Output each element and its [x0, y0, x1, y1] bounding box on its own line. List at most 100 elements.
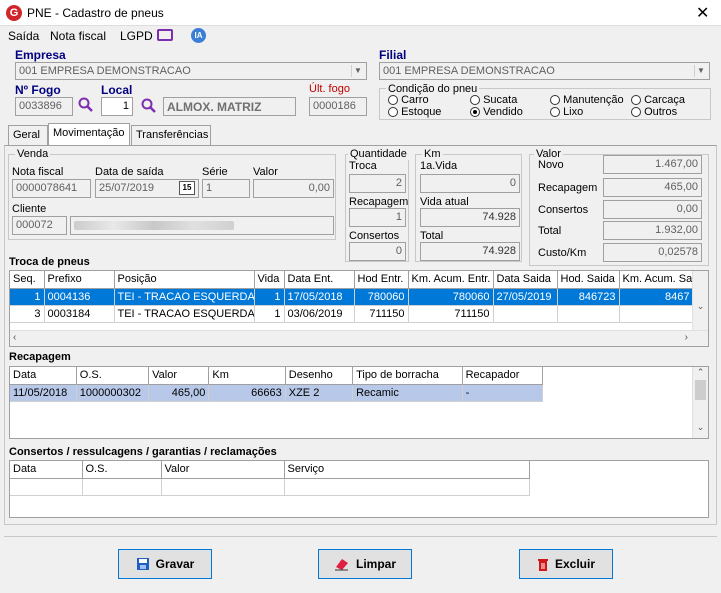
chevron-down-icon[interactable]: ⌄ — [693, 422, 708, 433]
cliente-code[interactable]: 000072 — [12, 216, 67, 235]
troca-vscroll[interactable]: ⌄ — [692, 271, 708, 332]
local-name: ALMOX. MATRIZ — [163, 97, 296, 116]
radio-estoque[interactable]: Estoque — [388, 106, 441, 118]
radio-label: Sucata — [483, 94, 518, 106]
column-header[interactable]: Valor — [161, 461, 285, 479]
radio-vendido[interactable]: Vendido — [470, 106, 523, 118]
chevron-right-icon[interactable]: › — [685, 332, 688, 343]
table-cell — [82, 478, 162, 496]
radio-outros[interactable]: Outros — [631, 106, 677, 118]
troca-grid[interactable]: Seq. Prefixo Posição Vida Data Ent. Hod Entr.… — [9, 270, 709, 347]
calendar-icon[interactable]: 15 — [179, 181, 195, 195]
column-header[interactable]: Vida — [254, 271, 285, 289]
column-header[interactable]: Km. Acum. Sa — [619, 271, 694, 289]
column-header[interactable]: Posição — [114, 271, 255, 289]
valor-input[interactable]: 0,00 — [253, 179, 334, 198]
table-row[interactable]: 11/05/2018 1000000302 465,00 66663 XZE 2 Reca… — [10, 384, 544, 402]
column-header[interactable]: Serviço — [284, 461, 530, 479]
column-header[interactable]: Data Ent. — [284, 271, 355, 289]
ult-fogo-label: Últ. fogo — [309, 83, 350, 95]
ia-icon[interactable]: IA — [191, 28, 206, 43]
menu-bar — [0, 26, 721, 46]
tab-movimentacao[interactable]: Movimentação — [48, 123, 130, 146]
scroll-thumb[interactable] — [695, 380, 706, 400]
serie-input[interactable]: 1 — [202, 179, 250, 198]
column-header[interactable]: Valor — [148, 367, 210, 385]
table-cell: 465,00 — [148, 384, 210, 402]
column-header[interactable]: Prefixo — [44, 271, 115, 289]
venda-title: Venda — [15, 148, 51, 160]
column-header[interactable]: Recapador — [462, 367, 544, 385]
empresa-select[interactable]: 001 EMPRESA DEMONSTRACAO ▼ — [15, 62, 367, 80]
column-header[interactable]: Data Saida — [493, 271, 558, 289]
column-header[interactable]: Desenho — [285, 367, 354, 385]
total-value: 1.932,00 — [603, 221, 702, 240]
gravar-button[interactable]: Gravar — [118, 549, 212, 579]
novo-value: 1.467,00 — [603, 155, 702, 174]
ult-fogo-value: 0000186 — [309, 97, 367, 116]
table-cell: 1 — [10, 288, 45, 306]
table-cell: 0003184 — [44, 305, 115, 323]
search-icon[interactable] — [141, 98, 157, 114]
monitor-icon[interactable] — [157, 29, 173, 41]
chevron-down-icon[interactable]: ⌄ — [693, 301, 708, 312]
recapagem-vscroll[interactable]: ⌃ ⌄ — [692, 367, 708, 438]
fogo-input[interactable]: 0033896 — [15, 97, 73, 116]
table-cell: 711150 — [408, 305, 494, 323]
consertos-qty: 0 — [349, 242, 406, 261]
tab-transferencias[interactable]: Transferências — [131, 125, 211, 145]
table-cell: TEI - TRACAO ESQUERDA — [114, 288, 255, 306]
consertos-value: 0,00 — [603, 200, 702, 219]
custo-km-label: Custo/Km — [538, 247, 587, 259]
menu-lgpd[interactable]: LGPD — [120, 29, 153, 43]
local-input[interactable]: 1 — [101, 97, 133, 116]
column-header[interactable]: Tipo de borracha — [352, 367, 463, 385]
tab-geral[interactable]: Geral — [8, 125, 48, 145]
column-header[interactable]: O.S. — [82, 461, 162, 479]
column-header[interactable]: O.S. — [76, 367, 150, 385]
table-cell — [557, 305, 620, 323]
excluir-button[interactable]: Excluir — [519, 549, 613, 579]
column-header[interactable]: Data — [10, 461, 83, 479]
cliente-label: Cliente — [12, 203, 47, 215]
empresa-value: 001 EMPRESA DEMONSTRACAO — [19, 65, 191, 77]
chevron-left-icon[interactable]: ‹ — [13, 332, 16, 343]
nota-fiscal-input[interactable]: 0000078641 — [12, 179, 91, 198]
column-header[interactable]: Hod. Saida — [557, 271, 620, 289]
troca-title: Troca de pneus — [9, 256, 90, 268]
column-header[interactable]: Seq. — [10, 271, 45, 289]
consertos-grid[interactable]: Data O.S. Valor Serviço — [9, 460, 709, 518]
column-header[interactable]: Data — [10, 367, 77, 385]
recapagem-value: 465,00 — [603, 178, 702, 197]
consertos-title: Consertos / ressulcagens / garantias / r… — [9, 446, 277, 458]
menu-nota-fiscal[interactable]: Nota fiscal — [50, 29, 106, 43]
empresa-label: Empresa — [15, 48, 66, 62]
filial-select[interactable]: 001 EMPRESA DEMONSTRACAO ▼ — [379, 62, 710, 80]
radio-lixo[interactable]: Lixo — [550, 106, 583, 118]
table-row[interactable]: 1 0004136 TEI - TRACAO ESQUERDA 1 17/05/2018… — [10, 288, 694, 306]
close-icon[interactable]: ✕ — [696, 3, 709, 23]
radio-sucata[interactable]: Sucata — [470, 94, 517, 106]
table-row[interactable] — [10, 478, 530, 496]
search-icon[interactable] — [78, 97, 94, 113]
local-label: Local — [101, 83, 133, 97]
limpar-button[interactable]: Limpar — [318, 549, 412, 579]
filial-label: Filial — [379, 48, 407, 62]
radio-label: Carro — [401, 94, 429, 106]
radio-manutencao[interactable]: Manutenção — [550, 94, 624, 106]
column-header[interactable]: Km — [208, 367, 286, 385]
radio-carro[interactable]: Carro — [388, 94, 429, 106]
custo-km-value: 0,02578 — [603, 243, 702, 262]
chevron-up-icon[interactable]: ⌃ — [693, 367, 708, 378]
radio-carcaca[interactable]: Carcaça — [631, 94, 685, 106]
column-header[interactable]: Km. Acum. Entr. — [408, 271, 494, 289]
vida-atual-km: 74.928 — [420, 208, 520, 227]
troca-hscroll[interactable]: ‹ › — [10, 330, 708, 346]
table-row[interactable]: 3 0003184 TEI - TRACAO ESQUERDA 1 03/06/2019… — [10, 305, 694, 323]
table-cell: 3 — [10, 305, 45, 323]
column-header[interactable]: Hod Entr. — [354, 271, 409, 289]
recapagem-grid[interactable]: Data O.S. Valor Km Desenho Tipo de borracha Re… — [9, 366, 709, 439]
table-cell — [161, 478, 285, 496]
table-cell: 11/05/2018 — [10, 384, 77, 402]
menu-saida[interactable]: Saída — [8, 29, 39, 43]
